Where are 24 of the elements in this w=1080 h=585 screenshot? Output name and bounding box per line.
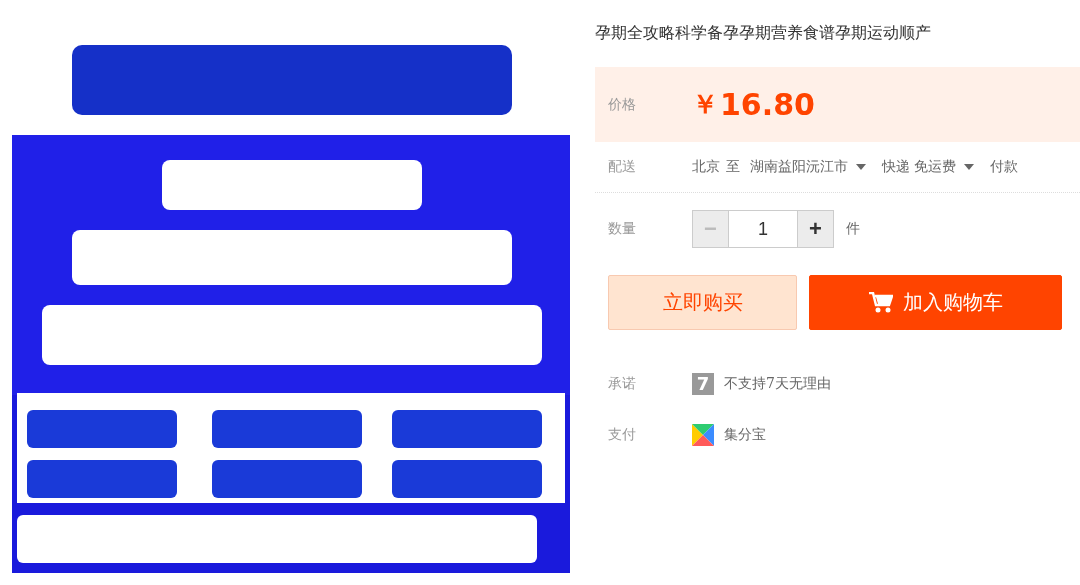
caret-icon	[964, 164, 975, 170]
price-label: 价格	[608, 95, 637, 114]
delivery-label: 配送	[608, 158, 637, 176]
unit-text: 件	[846, 220, 860, 238]
add-to-cart-button[interactable]: 加入购物车	[809, 275, 1062, 330]
price-amount: 16.80	[720, 87, 815, 122]
service-label: 支付	[608, 425, 637, 444]
increase-button[interactable]: +	[797, 210, 834, 248]
product-title: 孕期全攻略科学备孕孕期营养食谱孕期运动顺产	[595, 22, 932, 44]
seven-day-badge: 7	[692, 372, 714, 395]
destination-select[interactable]: 湖南益阳沅江市	[750, 158, 848, 176]
service-text: 不支持7天无理由	[724, 374, 831, 393]
to-word: 至	[726, 158, 740, 176]
service-label: 承诺	[608, 374, 637, 393]
payment-logo-icon	[692, 423, 714, 446]
origin-city: 北京	[692, 158, 720, 176]
currency-sign: ￥	[692, 88, 718, 121]
payment-text: 付款	[990, 158, 1019, 176]
quantity-field[interactable]: 1	[729, 210, 797, 248]
shipping-select[interactable]: 快递 免运费	[882, 158, 957, 176]
quantity-label: 数量	[608, 220, 637, 238]
caret-icon	[856, 164, 866, 170]
service-text: 集分宝	[724, 425, 766, 444]
cart-icon	[868, 291, 893, 314]
